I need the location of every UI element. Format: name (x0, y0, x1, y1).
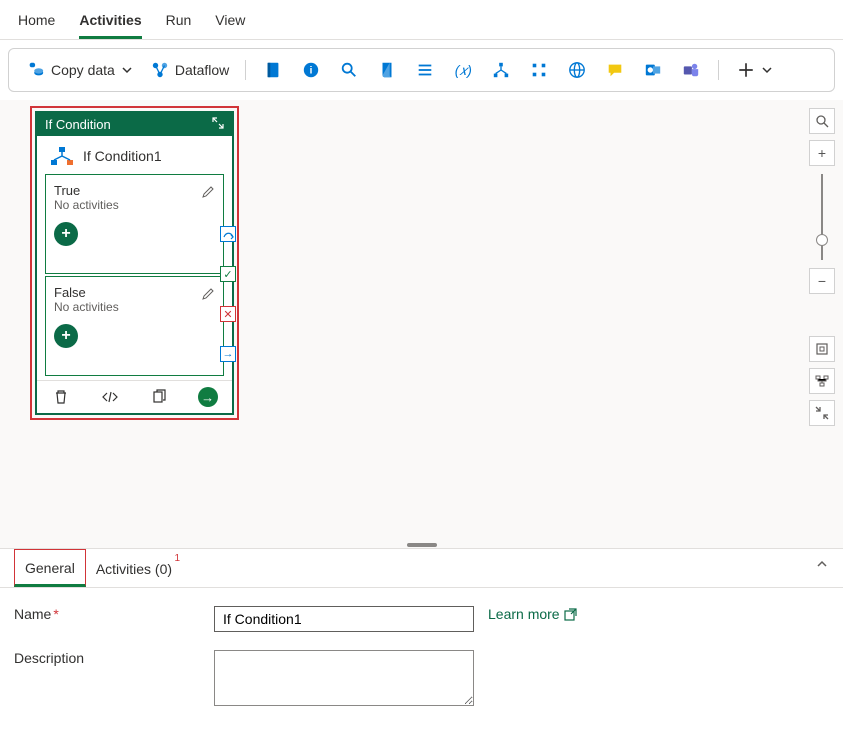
outlook-icon (644, 61, 662, 79)
tb-add[interactable] (733, 57, 777, 83)
svg-text:i: i (310, 66, 313, 77)
false-branch[interactable]: False No activities + (45, 276, 224, 376)
properties-panel: General Activities (0) 1 Name* Learn mor… (0, 548, 843, 742)
canvas-search[interactable] (809, 108, 835, 134)
pencil-icon[interactable] (201, 185, 215, 202)
tb-grid[interactable] (526, 57, 552, 83)
tb-web[interactable] (564, 57, 590, 83)
auto-align[interactable] (809, 368, 835, 394)
tb-search[interactable] (336, 57, 362, 83)
list-icon (416, 61, 434, 79)
canvas-controls: + − (809, 108, 835, 426)
zoom-out[interactable]: − (809, 268, 835, 294)
plus-icon (737, 61, 755, 79)
variable-icon: (𝑥) (454, 61, 472, 79)
run-arrow-icon[interactable]: → (198, 387, 218, 407)
if-condition-icon (49, 146, 75, 166)
fit-screen[interactable] (809, 336, 835, 362)
output-success[interactable]: ✓ (220, 266, 236, 282)
true-branch[interactable]: True No activities + (45, 174, 224, 274)
delete-icon[interactable] (51, 387, 71, 407)
grid-dots-icon (530, 61, 548, 79)
output-fail[interactable]: ✕ (220, 306, 236, 322)
zoom-handle[interactable] (816, 234, 828, 246)
top-nav: Home Activities Run View (0, 0, 843, 40)
activity-type-label: If Condition (45, 117, 111, 132)
nav-view[interactable]: View (215, 8, 245, 39)
activity-header: If Condition (37, 113, 232, 136)
learn-more-link[interactable]: Learn more (488, 606, 577, 622)
activity-name: If Condition1 (83, 148, 162, 164)
pipeline-canvas[interactable]: If Condition If Condition1 True No activ… (0, 100, 843, 548)
tb-info[interactable]: i (298, 57, 324, 83)
chevron-down-icon (761, 61, 773, 79)
nav-run[interactable]: Run (166, 8, 192, 39)
chevron-down-icon (121, 61, 133, 79)
nav-activities[interactable]: Activities (79, 8, 141, 39)
output-skip[interactable] (220, 226, 236, 242)
output-completion[interactable]: → (220, 346, 236, 362)
tb-outlook[interactable] (640, 57, 666, 83)
tb-branch[interactable] (488, 57, 514, 83)
code-icon[interactable] (100, 387, 120, 407)
tb-script[interactable] (374, 57, 400, 83)
activities-toolbar: Copy data Dataflow i (𝑥) (8, 48, 835, 92)
copy-data-button[interactable]: Copy data (23, 57, 135, 83)
branch-true-sub: No activities (54, 198, 215, 212)
tb-chat[interactable] (602, 57, 628, 83)
description-label: Description (14, 650, 214, 666)
tab-activities-label: Activities (0) (96, 561, 172, 577)
tb-teams[interactable] (678, 57, 704, 83)
search-icon (340, 61, 358, 79)
globe-icon (568, 61, 586, 79)
info-icon: i (302, 61, 320, 79)
add-activity-false[interactable]: + (54, 324, 78, 348)
description-input[interactable] (214, 650, 474, 706)
tb-notebook[interactable] (260, 57, 286, 83)
branch-icon (492, 61, 510, 79)
script-icon (378, 61, 396, 79)
name-label: Name* (14, 606, 214, 622)
branch-false-label: False (54, 285, 215, 300)
tab-general[interactable]: General (14, 549, 86, 587)
toolbar-separator (245, 60, 246, 80)
dataflow-icon (151, 61, 169, 79)
tb-list[interactable] (412, 57, 438, 83)
panel-collapse-chevron[interactable] (815, 557, 829, 574)
if-condition-activity-selected[interactable]: If Condition If Condition1 True No activ… (30, 106, 239, 420)
teams-icon (682, 61, 700, 79)
tb-variable[interactable]: (𝑥) (450, 57, 476, 83)
zoom-slider[interactable] (821, 174, 823, 260)
copy-data-label: Copy data (51, 62, 115, 78)
expand-icon[interactable] (212, 117, 224, 132)
name-input[interactable] (214, 606, 474, 632)
dataflow-label: Dataflow (175, 62, 229, 78)
branch-false-sub: No activities (54, 300, 215, 314)
tab-activities-badge: 1 (174, 553, 180, 564)
notebook-icon (264, 61, 282, 79)
add-activity-true[interactable]: + (54, 222, 78, 246)
copy-icon[interactable] (149, 387, 169, 407)
copy-data-icon (27, 61, 45, 79)
zoom-in[interactable]: + (809, 140, 835, 166)
branch-true-label: True (54, 183, 215, 198)
pencil-icon[interactable] (201, 287, 215, 304)
tab-activities[interactable]: Activities (0) 1 (86, 551, 182, 585)
toolbar-separator-2 (718, 60, 719, 80)
collapse-fullscreen[interactable] (809, 400, 835, 426)
panel-resize-grip[interactable] (407, 543, 437, 547)
nav-home[interactable]: Home (18, 8, 55, 39)
dataflow-button[interactable]: Dataflow (147, 57, 231, 83)
chat-icon (606, 61, 624, 79)
activity-output-handles: ✓ ✕ → (220, 226, 236, 362)
